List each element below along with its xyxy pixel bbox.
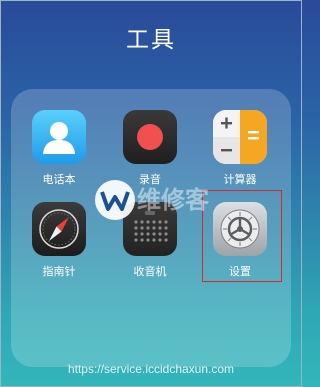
- app-label: 电话本: [42, 173, 76, 186]
- recorder-icon[interactable]: [123, 110, 177, 164]
- svg-text:维修客: 维修客: [137, 186, 210, 214]
- folder-title: 工具: [126, 27, 176, 53]
- calculator-icon[interactable]: [213, 110, 267, 164]
- app-recorder[interactable]: 录音: [115, 110, 185, 187]
- app-label: 收音机: [133, 265, 167, 278]
- app-label: 指南针: [42, 265, 76, 278]
- app-calculator[interactable]: 计算器: [205, 110, 275, 187]
- watermark-logo: 维修客: [93, 178, 233, 222]
- compass-icon[interactable]: [32, 202, 86, 256]
- app-contacts[interactable]: 电话本: [24, 110, 94, 187]
- contacts-icon[interactable]: [32, 110, 86, 164]
- app-compass[interactable]: 指南针: [24, 202, 94, 279]
- source-url: https://service.iccidchaxun.com: [67, 362, 235, 376]
